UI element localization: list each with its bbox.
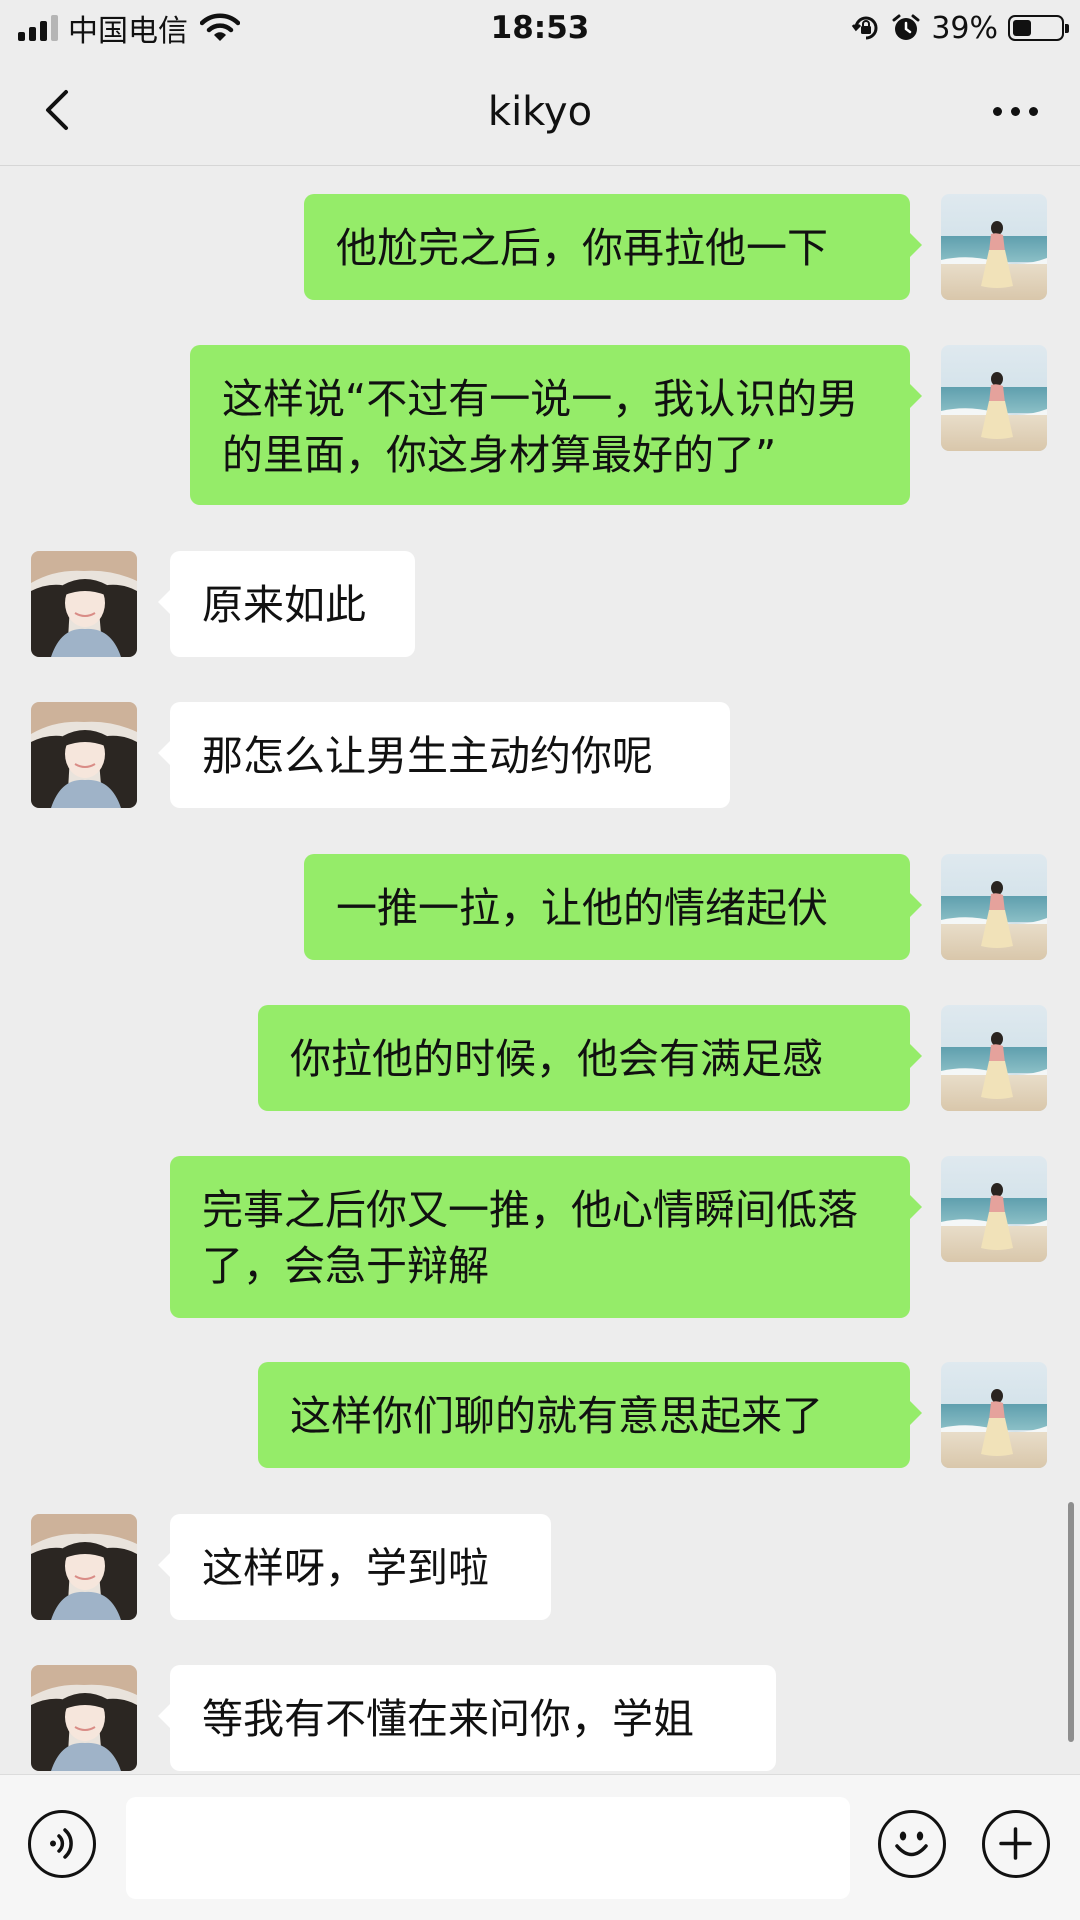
message-input[interactable] (126, 1797, 850, 1899)
emoji-icon (895, 1831, 928, 1857)
avatar[interactable] (941, 1362, 1047, 1468)
message-bubble[interactable]: 原来如此 (158, 551, 415, 657)
input-bar (0, 1774, 1080, 1920)
battery-icon (1008, 15, 1069, 41)
alarm-icon (892, 14, 920, 40)
message-bubble[interactable]: 你拉他的时候，他会有满足感 (258, 1005, 922, 1111)
plus-icon (999, 1827, 1032, 1860)
emoji-button[interactable] (878, 1810, 946, 1878)
status-bar: 中国电信 18:53 39% (0, 0, 1080, 58)
message-bubble[interactable]: 这样说“不过有一说一，我认识的男的里面，你这身材算最好的了” (190, 345, 922, 505)
more-icon-dot (1028, 106, 1038, 116)
avatar[interactable] (941, 854, 1047, 960)
message-bubble[interactable]: 这样你们聊的就有意思起来了 (258, 1362, 922, 1468)
nav-bar: kikyo (0, 58, 1080, 166)
status-right: 39% (851, 8, 1069, 48)
chat-title: kikyo (487, 89, 593, 135)
avatar[interactable] (941, 1156, 1047, 1262)
battery-percent: 39% (931, 10, 998, 46)
scrollbar[interactable] (1068, 1502, 1074, 1742)
avatar[interactable] (941, 194, 1047, 300)
avatar[interactable] (31, 702, 137, 808)
avatar[interactable] (31, 551, 137, 657)
avatar[interactable] (941, 345, 1047, 451)
message-bubble[interactable]: 完事之后你又一推，他心情瞬间低落了，会急于辩解 (170, 1156, 922, 1318)
message-bubble[interactable]: 那怎么让男生主动约你呢 (158, 702, 730, 808)
message-bubble[interactable]: 这样呀，学到啦 (158, 1514, 551, 1620)
message-bubble[interactable]: 等我有不懂在来问你，学姐 (158, 1665, 776, 1771)
more-icon-dot (1010, 106, 1020, 116)
avatar[interactable] (31, 1514, 137, 1620)
voice-icon (50, 1828, 73, 1859)
voice-button[interactable] (28, 1810, 96, 1878)
avatar[interactable] (941, 1005, 1047, 1111)
more-button[interactable] (980, 88, 1050, 134)
rotation-lock-icon (852, 16, 878, 40)
avatar[interactable] (31, 1665, 137, 1771)
message-list[interactable]: 他尬完之后，你再拉他一下 这样说“不过有一说一，我认识的男的里面，你这身材算最好… (0, 166, 1080, 1774)
message-bubble[interactable]: 一推一拉，让他的情绪起伏 (304, 854, 922, 960)
more-icon-dot (992, 106, 1002, 116)
more-functions-button[interactable] (982, 1810, 1050, 1878)
message-bubble[interactable]: 他尬完之后，你再拉他一下 (304, 194, 922, 300)
